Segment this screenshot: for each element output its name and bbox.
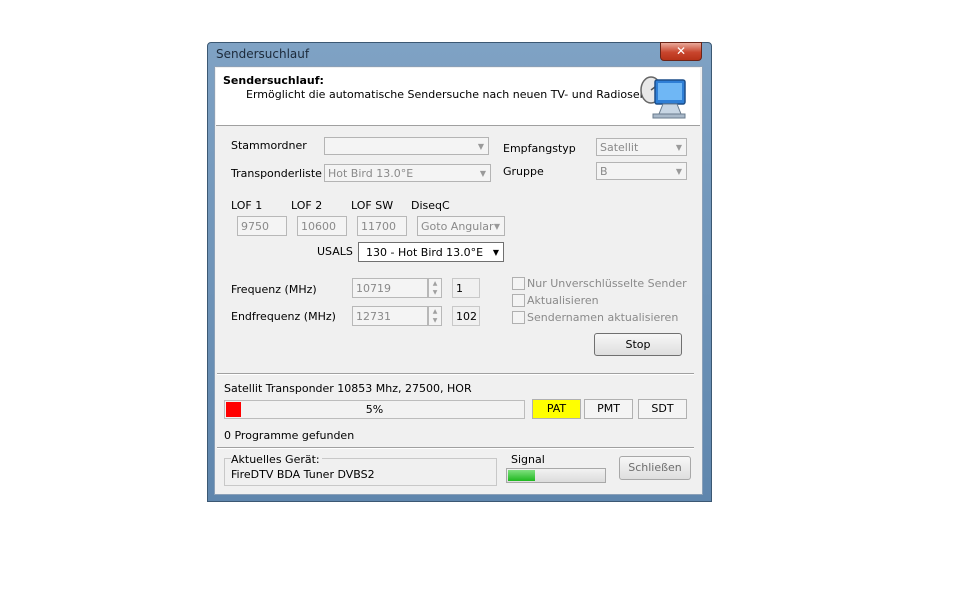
stop-button[interactable]: Stop xyxy=(594,333,682,356)
update-label: Aktualisieren xyxy=(527,294,599,307)
pat-button[interactable]: PAT xyxy=(532,399,581,419)
transponder-status: Satellit Transponder 10853 Mhz, 27500, H… xyxy=(224,382,472,395)
signal-label: Signal xyxy=(511,453,545,466)
transponderliste-value: Hot Bird 13.0°E xyxy=(328,167,414,180)
gruppe-value: B xyxy=(600,165,608,178)
endfrequenz-index: 102 xyxy=(452,306,480,326)
lofsw-label: LOF SW xyxy=(351,199,394,212)
gruppe-label: Gruppe xyxy=(503,165,544,178)
divider xyxy=(217,373,694,375)
chevron-down-icon: ▼ xyxy=(477,142,484,151)
update-checkbox[interactable] xyxy=(512,294,525,307)
frequenz-index: 1 xyxy=(452,278,480,298)
frequenz-input[interactable]: 10719 xyxy=(352,278,428,298)
update-names-checkbox[interactable] xyxy=(512,311,525,324)
stammordner-combo[interactable]: ▼ xyxy=(324,137,489,155)
chevron-down-icon: ▼ xyxy=(492,248,499,257)
close-button[interactable]: Schließen xyxy=(619,456,691,480)
update-names-label: Sendernamen aktualisieren xyxy=(527,311,679,324)
chevron-down-icon: ▼ xyxy=(675,143,682,152)
lof2-label: LOF 2 xyxy=(291,199,323,212)
diseqc-label: DiseqC xyxy=(411,199,450,212)
chevron-down-icon: ▼ xyxy=(493,222,500,231)
header-subtitle: Ermöglicht die automatische Sendersuche … xyxy=(246,88,676,101)
endfrequenz-label: Endfrequenz (MHz) xyxy=(231,310,336,323)
diseqc-value: Goto Angular xyxy=(421,220,494,233)
pmt-button[interactable]: PMT xyxy=(584,399,633,419)
transponderliste-combo[interactable]: Hot Bird 13.0°E ▼ xyxy=(324,164,491,182)
divider xyxy=(217,447,694,449)
usals-value: 130 - Hot Bird 13.0°E xyxy=(366,246,484,259)
stammordner-label: Stammordner xyxy=(231,139,307,152)
spin-down-icon[interactable]: ▼ xyxy=(429,288,441,297)
diseqc-combo[interactable]: Goto Angular ▼ xyxy=(417,216,505,236)
scan-progress-bar: 5% xyxy=(224,400,525,419)
signal-fill xyxy=(508,470,535,481)
frequenz-spinner[interactable]: ▲ ▼ xyxy=(428,278,442,298)
unencrypted-label: Nur Unverschlüsselte Sender xyxy=(527,277,687,290)
usals-combo[interactable]: 130 - Hot Bird 13.0°E ▼ xyxy=(358,242,504,262)
close-window-button[interactable]: ✕ xyxy=(660,42,702,61)
usals-label: USALS xyxy=(317,245,353,258)
found-programs-text: 0 Programme gefunden xyxy=(224,429,355,442)
chevron-down-icon: ▼ xyxy=(479,169,486,178)
lofsw-input[interactable]: 11700 xyxy=(357,216,407,236)
device-group-label: Aktuelles Gerät: xyxy=(231,453,322,466)
empfangstyp-label: Empfangstyp xyxy=(503,142,576,155)
spin-up-icon[interactable]: ▲ xyxy=(429,307,441,316)
lof1-input[interactable]: 9750 xyxy=(237,216,287,236)
progress-percent: 5% xyxy=(365,403,384,416)
window-title: Sendersuchlauf xyxy=(216,47,310,61)
frequenz-label: Frequenz (MHz) xyxy=(231,283,317,296)
empfangstyp-value: Satellit xyxy=(600,141,639,154)
chevron-down-icon: ▼ xyxy=(675,167,682,176)
lof1-label: LOF 1 xyxy=(231,199,263,212)
spin-up-icon[interactable]: ▲ xyxy=(429,279,441,288)
transponderliste-label: Transponderliste xyxy=(231,167,322,180)
spin-down-icon[interactable]: ▼ xyxy=(429,316,441,325)
device-name: FireDTV BDA Tuner DVBS2 xyxy=(231,468,375,481)
endfrequenz-spinner[interactable]: ▲ ▼ xyxy=(428,306,442,326)
header-title: Sendersuchlauf: xyxy=(223,74,324,87)
gruppe-combo[interactable]: B ▼ xyxy=(596,162,687,180)
lof2-input[interactable]: 10600 xyxy=(297,216,347,236)
sdt-button[interactable]: SDT xyxy=(638,399,687,419)
unencrypted-checkbox[interactable] xyxy=(512,277,525,290)
endfrequenz-input[interactable]: 12731 xyxy=(352,306,428,326)
empfangstyp-combo[interactable]: Satellit ▼ xyxy=(596,138,687,156)
signal-strength-bar xyxy=(506,468,606,483)
monitor-satellite-icon xyxy=(640,76,686,119)
